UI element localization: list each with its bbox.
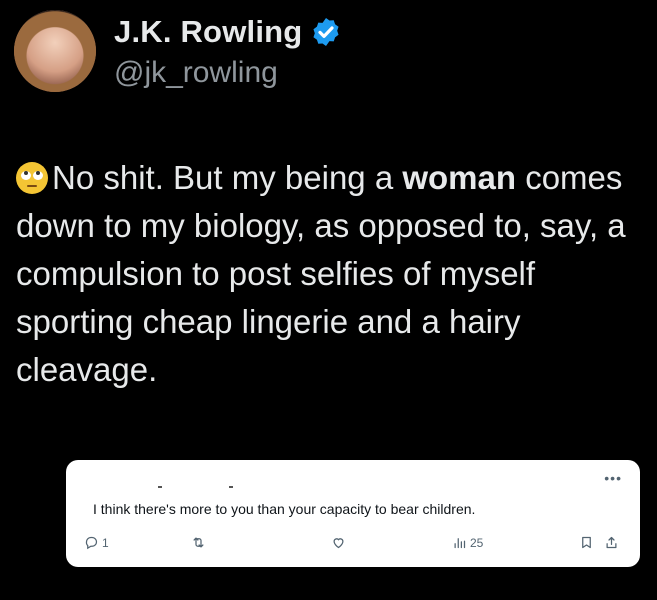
tweet-text-part-1: No shit. But my being a [52, 159, 403, 196]
views-chart-icon [454, 538, 466, 549]
quoted-tweet-text: I think there's more to you than your ca… [93, 501, 476, 517]
retweet-icon [193, 537, 204, 548]
bookmark-icon [582, 536, 591, 549]
quoted-tweet-card[interactable]: ••• I think there's more to you than you… [66, 460, 640, 567]
action-bar: 1 25 [66, 535, 640, 555]
tweet-text: No shit. But my being a woman comes down… [16, 154, 636, 394]
display-name[interactable]: J.K. Rowling [114, 14, 302, 50]
share-button[interactable] [604, 535, 619, 550]
retweet-button[interactable] [191, 535, 206, 550]
tweet-text-bold: woman [402, 159, 517, 196]
display-name-row: J.K. Rowling [114, 14, 342, 50]
tweet-header: J.K. Rowling @jk_rowling [14, 10, 342, 92]
views-button[interactable]: 25 [452, 535, 483, 550]
share-icon [606, 536, 617, 549]
reply-icon [85, 536, 98, 550]
avatar[interactable] [14, 10, 96, 92]
reply-count: 1 [102, 535, 109, 550]
heart-icon [333, 538, 344, 549]
bookmark-button[interactable] [579, 535, 594, 550]
views-count: 25 [470, 535, 484, 550]
rolling-eyes-emoji-icon [16, 162, 48, 194]
text-fragment-mark [158, 486, 162, 488]
verified-badge-icon [313, 18, 339, 46]
like-button[interactable] [331, 535, 346, 550]
more-dots-icon[interactable]: ••• [604, 470, 622, 486]
reply-button[interactable]: 1 [84, 535, 109, 550]
handle[interactable]: @jk_rowling [114, 56, 342, 90]
author-names: J.K. Rowling @jk_rowling [114, 14, 342, 90]
text-fragment-mark [229, 486, 233, 488]
